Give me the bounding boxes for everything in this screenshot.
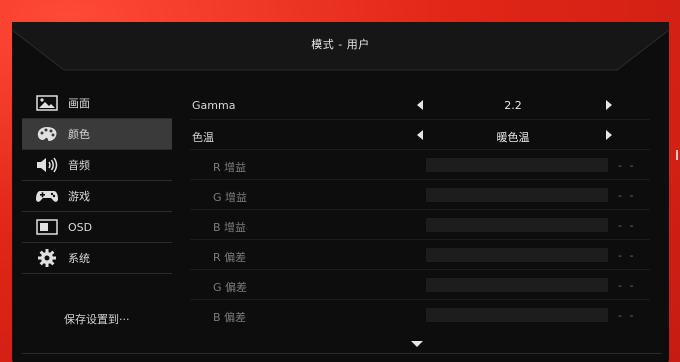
sidebar-item-label: 系统 — [68, 252, 90, 265]
gamma-label: Gamma — [192, 99, 236, 112]
sidebar-item-audio[interactable]: 音频 — [22, 150, 172, 180]
sidebar-item-color[interactable]: 颜色 — [22, 119, 172, 149]
gamma-increase-arrow-icon[interactable] — [606, 100, 612, 110]
color-temp-value: 暖色温 — [496, 131, 530, 144]
r-offset-value: - - — [618, 249, 636, 262]
color-temp-decrease-arrow-icon[interactable] — [417, 130, 423, 140]
divider — [190, 119, 650, 120]
sidebar-item-label: 画面 — [68, 97, 90, 110]
sidebar-item-game[interactable]: 游戏 — [22, 181, 172, 211]
divider — [190, 179, 650, 180]
g-offset-slider[interactable] — [426, 278, 608, 292]
gamma-value: 2.2 — [504, 99, 522, 112]
r-gain-slider[interactable] — [426, 158, 608, 172]
picture-icon — [34, 94, 60, 112]
sidebar-item-osd[interactable]: OSD — [22, 212, 172, 242]
g-gain-slider[interactable] — [426, 188, 608, 202]
color-temp-increase-arrow-icon[interactable] — [606, 130, 612, 140]
page-title: 模式 - 用户 — [311, 38, 370, 51]
b-offset-slider[interactable] — [426, 308, 608, 322]
gamma-decrease-arrow-icon[interactable] — [417, 100, 423, 110]
divider — [190, 299, 650, 300]
divider — [190, 149, 650, 150]
sidebar-item-label: 颜色 — [68, 128, 90, 141]
osd-icon — [34, 218, 60, 236]
sidebar-item-picture[interactable]: 画面 — [22, 88, 172, 118]
g-gain-label: G 增益 — [213, 191, 248, 204]
g-offset-value: - - — [618, 279, 636, 292]
palette-icon — [34, 125, 60, 143]
sidebar-item-label: OSD — [68, 220, 93, 234]
g-offset-label: G 偏差 — [213, 281, 248, 294]
r-gain-label: R 增益 — [213, 161, 247, 174]
save-settings-button[interactable]: 保存设置到··· — [64, 311, 130, 327]
divider — [190, 209, 650, 210]
b-offset-label: B 偏差 — [213, 311, 247, 324]
sidebar-item-label: 游戏 — [68, 190, 90, 203]
sidebar-item-system[interactable]: 系统 — [22, 243, 172, 273]
sidebar-item-label: 音频 — [68, 159, 90, 172]
b-gain-value: - - — [618, 219, 636, 232]
r-offset-slider[interactable] — [426, 248, 608, 262]
b-offset-value: - - — [618, 309, 636, 322]
scroll-down-arrow-icon[interactable] — [411, 341, 423, 347]
speaker-icon — [34, 156, 60, 174]
b-gain-slider[interactable] — [426, 218, 608, 232]
divider — [22, 273, 172, 274]
r-gain-value: - - — [618, 159, 636, 172]
gamepad-icon — [34, 187, 60, 205]
r-offset-label: R 偏差 — [213, 251, 247, 264]
divider — [190, 239, 650, 240]
color-temp-label: 色温 — [192, 131, 214, 144]
scroll-indicator — [676, 150, 678, 160]
b-gain-label: B 增益 — [213, 221, 247, 234]
divider — [22, 353, 662, 354]
g-gain-value: - - — [618, 189, 636, 202]
gear-icon — [34, 249, 60, 267]
divider — [190, 269, 650, 270]
